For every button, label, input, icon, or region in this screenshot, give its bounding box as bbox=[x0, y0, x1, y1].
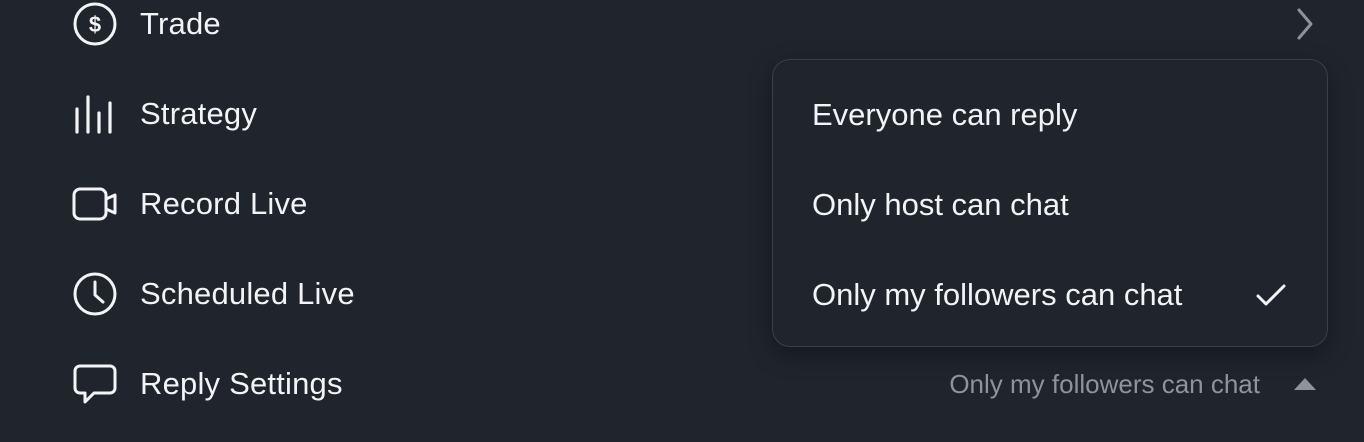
svg-text:$: $ bbox=[89, 12, 101, 37]
option-label: Only host can chat bbox=[812, 187, 1069, 222]
dollar-circle-icon: $ bbox=[72, 1, 118, 47]
option-only-host-can-chat[interactable]: Only host can chat bbox=[773, 160, 1327, 250]
chevron-right-icon bbox=[1290, 4, 1320, 44]
bars-icon bbox=[72, 91, 118, 137]
option-label: Everyone can reply bbox=[812, 97, 1078, 132]
menu-item-label: Scheduled Live bbox=[140, 276, 355, 311]
option-only-my-followers-can-chat[interactable]: Only my followers can chat bbox=[773, 250, 1327, 340]
clock-icon bbox=[72, 271, 118, 317]
chat-bubble-icon bbox=[72, 361, 118, 407]
reply-settings-value: Only my followers can chat bbox=[949, 368, 1260, 399]
option-label: Only my followers can chat bbox=[812, 277, 1183, 312]
option-everyone-can-reply[interactable]: Everyone can reply bbox=[773, 70, 1327, 160]
caret-up-icon bbox=[1290, 369, 1320, 399]
menu-item-reply-settings[interactable]: Reply Settings Only my followers can cha… bbox=[0, 339, 1364, 429]
menu-item-label: Strategy bbox=[140, 96, 258, 131]
settings-panel: $ Trade Strategy Record Live Scheduled L… bbox=[0, 0, 1364, 442]
video-camera-icon bbox=[72, 181, 118, 227]
menu-item-label: Record Live bbox=[140, 186, 308, 221]
menu-item-label: Trade bbox=[140, 6, 221, 41]
menu-item-label: Reply Settings bbox=[140, 366, 343, 401]
checkmark-icon bbox=[1253, 277, 1289, 313]
reply-settings-dropdown: Everyone can reply Only host can chat On… bbox=[772, 59, 1328, 347]
